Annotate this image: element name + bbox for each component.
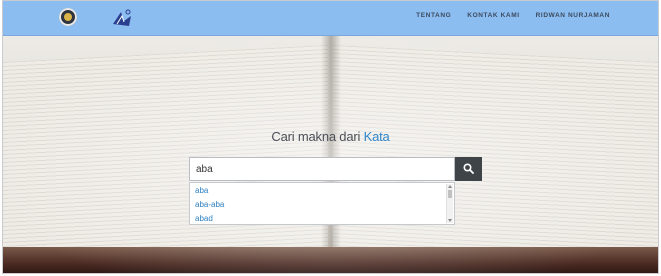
- navbar: TENTANG KONTAK KAMI RIDWAN NURJAMAN: [3, 1, 658, 36]
- nav-link-ridwan-nurjaman[interactable]: RIDWAN NURJAMAN: [536, 12, 610, 19]
- gear-logo-icon[interactable]: [59, 8, 77, 26]
- book-logo-icon[interactable]: [111, 7, 133, 29]
- nav-link-tentang[interactable]: TENTANG: [416, 12, 451, 19]
- scroll-thumb[interactable]: [448, 190, 452, 198]
- suggestion-item[interactable]: aba-aba: [190, 199, 454, 211]
- suggestion-item[interactable]: abad: [190, 213, 454, 224]
- browser-viewport: TENTANG KONTAK KAMI RIDWAN NURJAMAN Cari…: [2, 0, 659, 274]
- nav-links: TENTANG KONTAK KAMI RIDWAN NURJAMAN: [416, 12, 610, 19]
- hero-section: Cari makna dari Kata aba aba-aba abad: [3, 36, 658, 273]
- autocomplete-dropdown: aba aba-aba abad: [189, 182, 455, 225]
- page-title: Cari makna dari Kata: [3, 129, 658, 144]
- search-input[interactable]: [189, 157, 455, 181]
- hero-overlay: [3, 36, 658, 273]
- dropdown-scrollbar[interactable]: [446, 184, 453, 223]
- suggestion-item[interactable]: aba: [190, 185, 454, 197]
- search-button[interactable]: [455, 157, 482, 181]
- headline-main: Cari makna dari: [271, 129, 361, 144]
- search-icon: [463, 163, 474, 174]
- scroll-down-icon[interactable]: [448, 219, 452, 222]
- nav-link-kontak-kami[interactable]: KONTAK KAMI: [467, 12, 519, 19]
- scroll-up-icon[interactable]: [448, 185, 452, 188]
- headline-accent: Kata: [363, 129, 390, 144]
